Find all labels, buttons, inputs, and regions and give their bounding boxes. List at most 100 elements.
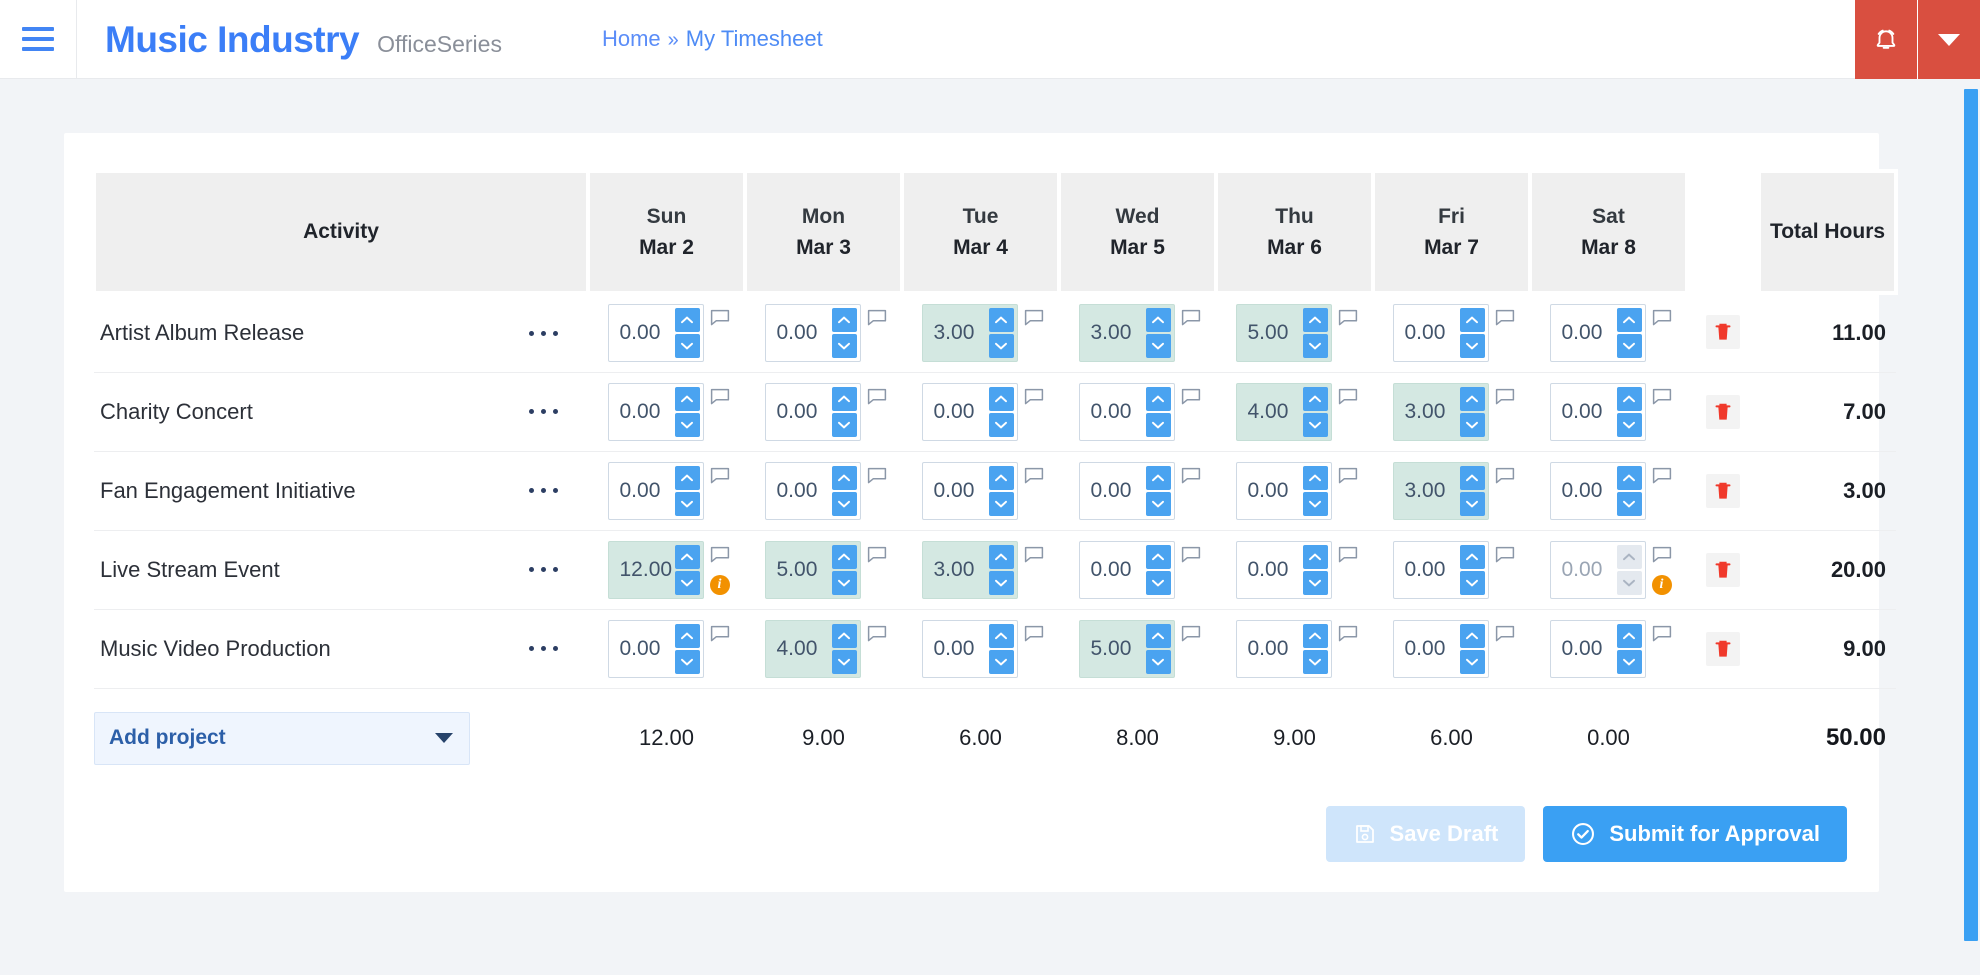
comment-button[interactable] bbox=[867, 388, 887, 412]
spin-down-button[interactable] bbox=[1459, 334, 1485, 359]
hour-input-2-2[interactable]: 0.00 bbox=[921, 461, 1018, 520]
spin-down-button[interactable] bbox=[1616, 334, 1642, 359]
hour-input-4-2[interactable]: 0.00 bbox=[921, 619, 1018, 678]
spin-up-button[interactable] bbox=[674, 544, 700, 569]
spin-up-button[interactable] bbox=[831, 465, 857, 490]
spin-up-button[interactable] bbox=[1459, 308, 1485, 333]
spin-up-button[interactable] bbox=[1459, 623, 1485, 648]
hour-input-4-5[interactable]: 0.00 bbox=[1392, 619, 1489, 678]
spin-down-button[interactable] bbox=[831, 570, 857, 595]
spin-down-button[interactable] bbox=[1616, 649, 1642, 674]
hour-input-3-4[interactable]: 0.00 bbox=[1235, 540, 1332, 599]
comment-button[interactable] bbox=[1181, 309, 1201, 333]
spin-down-button[interactable] bbox=[1459, 570, 1485, 595]
spin-up-button[interactable] bbox=[831, 308, 857, 333]
spin-up-button[interactable] bbox=[1302, 544, 1328, 569]
spin-down-button[interactable] bbox=[674, 649, 700, 674]
comment-button[interactable] bbox=[1181, 388, 1201, 412]
hour-input-2-3[interactable]: 0.00 bbox=[1078, 461, 1175, 520]
spin-down-button[interactable] bbox=[1302, 570, 1328, 595]
spin-down-button[interactable] bbox=[831, 412, 857, 437]
comment-button[interactable] bbox=[710, 467, 730, 491]
comment-button[interactable] bbox=[867, 467, 887, 491]
spin-down-button[interactable] bbox=[988, 412, 1014, 437]
spin-down-button[interactable] bbox=[831, 491, 857, 516]
spin-up-button[interactable] bbox=[1459, 386, 1485, 411]
comment-button[interactable] bbox=[867, 546, 887, 570]
spin-down-button[interactable] bbox=[831, 649, 857, 674]
spin-up-button[interactable] bbox=[674, 308, 700, 333]
comment-button[interactable] bbox=[710, 546, 730, 570]
hour-input-0-2[interactable]: 3.00 bbox=[921, 304, 1018, 363]
spin-up-button[interactable] bbox=[988, 308, 1014, 333]
spin-down-button[interactable] bbox=[674, 491, 700, 516]
spin-down-button[interactable] bbox=[1459, 649, 1485, 674]
alerts-dropdown-button[interactable] bbox=[1918, 0, 1980, 79]
spin-up-button[interactable] bbox=[831, 386, 857, 411]
spin-up-button[interactable] bbox=[1145, 544, 1171, 569]
spin-up-button[interactable] bbox=[988, 386, 1014, 411]
spin-down-button[interactable] bbox=[1145, 412, 1171, 437]
comment-button[interactable] bbox=[867, 625, 887, 649]
add-project-dropdown[interactable]: Add project bbox=[94, 711, 470, 765]
comment-button[interactable] bbox=[1024, 388, 1044, 412]
spin-up-button[interactable] bbox=[988, 465, 1014, 490]
breadcrumb-current-link[interactable]: My Timesheet bbox=[686, 26, 823, 52]
comment-button[interactable] bbox=[1181, 625, 1201, 649]
spin-down-button[interactable] bbox=[674, 334, 700, 359]
hour-input-1-1[interactable]: 0.00 bbox=[764, 382, 861, 441]
comment-button[interactable] bbox=[1652, 625, 1672, 649]
comment-button[interactable] bbox=[1338, 388, 1358, 412]
spin-down-button[interactable] bbox=[1302, 412, 1328, 437]
hour-input-2-6[interactable]: 0.00 bbox=[1549, 461, 1646, 520]
spin-up-button[interactable] bbox=[674, 465, 700, 490]
hour-input-0-1[interactable]: 0.00 bbox=[764, 304, 861, 363]
hour-input-2-0[interactable]: 0.00 bbox=[607, 461, 704, 520]
hour-input-1-4[interactable]: 4.00 bbox=[1235, 382, 1332, 441]
row-menu-button[interactable] bbox=[523, 478, 564, 503]
hour-input-4-4[interactable]: 0.00 bbox=[1235, 619, 1332, 678]
comment-button[interactable] bbox=[1024, 467, 1044, 491]
spin-up-button[interactable] bbox=[988, 623, 1014, 648]
spin-down-button[interactable] bbox=[1616, 412, 1642, 437]
menu-toggle-button[interactable] bbox=[0, 0, 76, 79]
row-menu-button[interactable] bbox=[523, 399, 564, 424]
spin-down-button[interactable] bbox=[831, 334, 857, 359]
comment-button[interactable] bbox=[1338, 467, 1358, 491]
comment-button[interactable] bbox=[1652, 467, 1672, 491]
hour-input-0-6[interactable]: 0.00 bbox=[1549, 304, 1646, 363]
spin-down-button[interactable] bbox=[1459, 491, 1485, 516]
comment-button[interactable] bbox=[710, 388, 730, 412]
comment-button[interactable] bbox=[1024, 625, 1044, 649]
row-menu-button[interactable] bbox=[523, 321, 564, 346]
hour-input-1-6[interactable]: 0.00 bbox=[1549, 382, 1646, 441]
spin-up-button[interactable] bbox=[1145, 308, 1171, 333]
hour-input-4-3[interactable]: 5.00 bbox=[1078, 619, 1175, 678]
comment-button[interactable] bbox=[1652, 309, 1672, 333]
spin-down-button[interactable] bbox=[988, 570, 1014, 595]
delete-row-button[interactable] bbox=[1706, 394, 1740, 429]
spin-down-button[interactable] bbox=[1616, 570, 1642, 595]
comment-button[interactable] bbox=[1495, 625, 1515, 649]
row-menu-button[interactable] bbox=[523, 557, 564, 582]
hour-input-0-3[interactable]: 3.00 bbox=[1078, 304, 1175, 363]
hour-input-4-1[interactable]: 4.00 bbox=[764, 619, 861, 678]
delete-row-button[interactable] bbox=[1706, 552, 1740, 587]
hour-input-2-1[interactable]: 0.00 bbox=[764, 461, 861, 520]
spin-down-button[interactable] bbox=[1145, 491, 1171, 516]
hour-input-3-6[interactable]: 0.00 bbox=[1549, 540, 1646, 599]
spin-up-button[interactable] bbox=[1616, 623, 1642, 648]
spin-up-button[interactable] bbox=[1145, 623, 1171, 648]
comment-button[interactable] bbox=[1338, 625, 1358, 649]
hour-input-1-2[interactable]: 0.00 bbox=[921, 382, 1018, 441]
alerts-button[interactable] bbox=[1855, 0, 1917, 79]
spin-down-button[interactable] bbox=[1145, 334, 1171, 359]
spin-up-button[interactable] bbox=[831, 623, 857, 648]
delete-row-button[interactable] bbox=[1706, 631, 1740, 666]
spin-up-button[interactable] bbox=[1302, 386, 1328, 411]
spin-down-button[interactable] bbox=[1302, 491, 1328, 516]
hour-input-0-5[interactable]: 0.00 bbox=[1392, 304, 1489, 363]
delete-row-button[interactable] bbox=[1706, 315, 1740, 350]
spin-down-button[interactable] bbox=[988, 334, 1014, 359]
spin-down-button[interactable] bbox=[1459, 412, 1485, 437]
